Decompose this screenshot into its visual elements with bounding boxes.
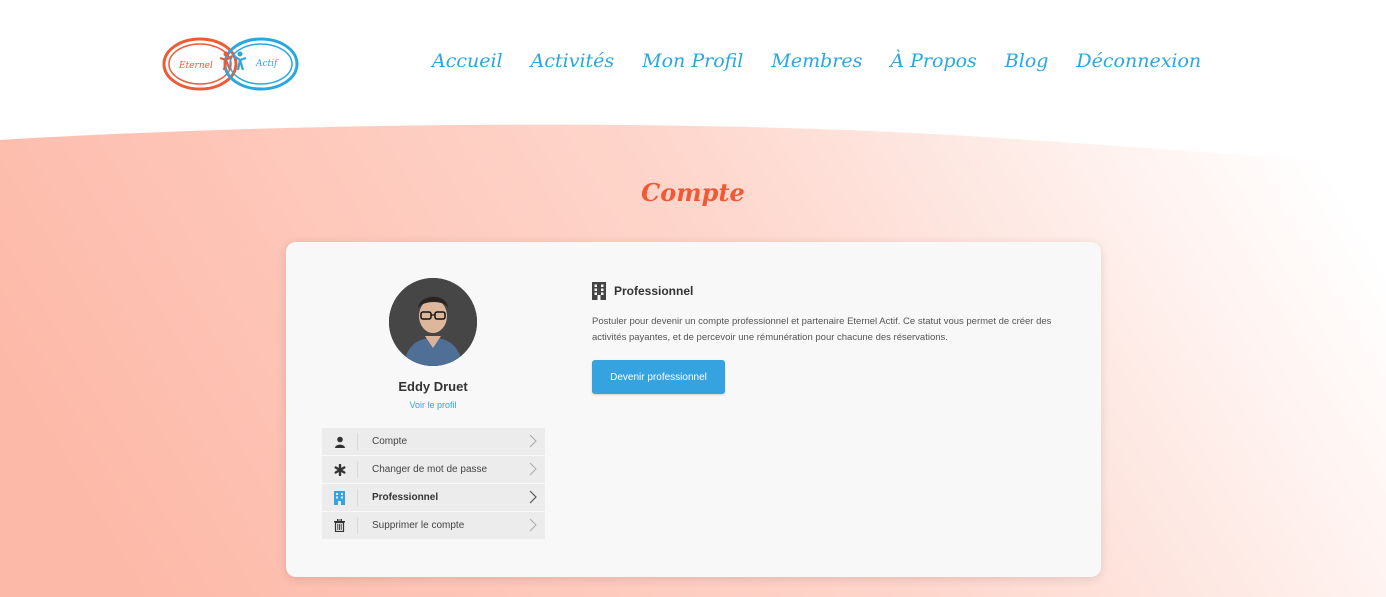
chevron-right-icon — [529, 462, 537, 476]
chevron-right-icon — [529, 518, 537, 532]
section-title: Professionnel — [614, 284, 694, 298]
building-icon — [322, 489, 358, 506]
menu-item-label: Supprimer le compte — [372, 520, 465, 531]
become-professional-button[interactable]: Devenir professionnel — [592, 360, 725, 394]
menu-item-changer-mot-de-passe[interactable]: Changer de mot de passe — [322, 456, 545, 484]
menu-item-supprimer-compte[interactable]: Supprimer le compte — [322, 512, 545, 540]
account-card: Eddy Druet Voir le profil Compte Changer… — [286, 242, 1101, 577]
nav-deconnexion[interactable]: Déconnexion — [1076, 50, 1201, 72]
view-profile-link[interactable]: Voir le profil — [322, 400, 544, 410]
user-name: Eddy Druet — [398, 379, 468, 394]
nav-membres[interactable]: Membres — [771, 50, 862, 72]
site-logo[interactable]: Eternel Actif — [160, 32, 300, 96]
nav-activites[interactable]: Activités — [531, 50, 615, 72]
section-description: Postuler pour devenir un compte professi… — [592, 316, 1052, 343]
nav-a-propos[interactable]: À Propos — [890, 50, 976, 72]
avatar — [389, 278, 477, 366]
menu-item-label: Professionnel — [372, 492, 439, 503]
nav-blog[interactable]: Blog — [1005, 50, 1049, 72]
svg-text:Actif: Actif — [255, 59, 279, 69]
section-header: Professionnel — [592, 282, 693, 300]
main-nav: Accueil Activités Mon Profil Membres À P… — [432, 50, 1201, 72]
user-icon — [322, 433, 358, 450]
page-title: Compte — [641, 178, 745, 207]
trash-icon — [322, 517, 358, 534]
account-menu: Compte Changer de mot de passe Professio… — [322, 428, 545, 540]
menu-item-professionnel[interactable]: Professionnel — [322, 484, 545, 512]
menu-item-label: Compte — [372, 436, 408, 447]
chevron-right-icon — [529, 434, 537, 448]
asterisk-icon — [322, 461, 358, 478]
nav-mon-profil[interactable]: Mon Profil — [642, 50, 743, 72]
site-header: Eternel Actif Accueil Activités Mon Prof… — [0, 0, 1386, 130]
menu-item-compte[interactable]: Compte — [322, 428, 545, 456]
svg-text:Eternel: Eternel — [178, 61, 213, 71]
menu-item-label: Changer de mot de passe — [372, 464, 488, 475]
chevron-right-icon — [529, 490, 537, 504]
building-icon — [592, 282, 606, 300]
nav-accueil[interactable]: Accueil — [432, 50, 503, 72]
